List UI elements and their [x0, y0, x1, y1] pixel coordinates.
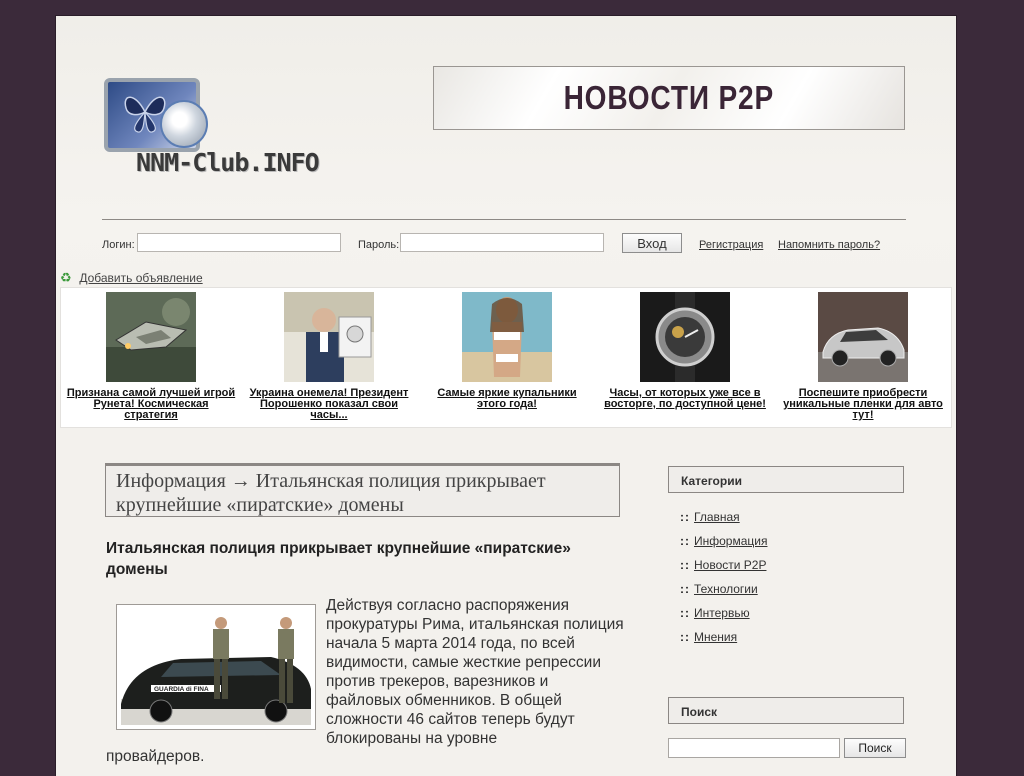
category-item[interactable]: :: Мнения	[680, 630, 767, 654]
login-label: Логин:	[102, 239, 135, 251]
ad-item[interactable]: Украина онемела! Президент Порошенко пок…	[244, 292, 414, 421]
car-text: GUARDIA di FINA	[154, 686, 209, 693]
category-bullet: ::	[680, 582, 690, 596]
login-form: Логин: Пароль: Вход Регистрация Напомнит…	[102, 232, 922, 256]
category-link-interview[interactable]: Интервью	[694, 606, 750, 620]
categories-list: :: Главная :: Информация :: Новости P2P :: Т…	[680, 510, 767, 654]
category-link-home[interactable]: Главная	[694, 510, 740, 524]
category-item[interactable]: :: Интервью	[680, 606, 767, 630]
category-bullet: ::	[680, 630, 690, 644]
password-input[interactable]	[400, 233, 604, 252]
category-bullet: ::	[680, 534, 690, 548]
article-body-tail: провайдеров.	[106, 748, 205, 765]
recycle-icon: ♻	[60, 270, 72, 285]
category-item[interactable]: :: Главная	[680, 510, 767, 534]
categories-header: Категории	[668, 466, 904, 493]
add-ad-row[interactable]: ♻ Добавить объявление	[60, 270, 203, 286]
search-button[interactable]: Поиск	[844, 738, 906, 758]
category-bullet: ::	[680, 558, 690, 572]
article-body: Действуя согласно распоряжения прокурату…	[326, 597, 624, 747]
header-divider	[102, 219, 906, 220]
ad-item[interactable]: Самые яркие купальники этого года!	[422, 292, 592, 410]
police-car-image: GUARDIA di FINA	[121, 609, 311, 725]
ad-image-car[interactable]	[818, 292, 908, 382]
category-link-info[interactable]: Информация	[694, 534, 767, 548]
ad-caption[interactable]: Самые яркие купальники этого года!	[422, 388, 592, 410]
ad-caption[interactable]: Поспешите приобрести уникальные пленки д…	[778, 388, 948, 421]
register-link[interactable]: Регистрация	[699, 239, 763, 251]
ad-caption[interactable]: Часы, от которых уже все в восторге, по …	[600, 388, 770, 410]
ad-image-spaceship[interactable]	[106, 292, 196, 382]
banner-title: НОВОСТИ P2P	[563, 79, 775, 116]
login-button[interactable]: Вход	[622, 233, 682, 253]
ad-caption[interactable]: Признана самой лучшей игрой Рунета! Косм…	[66, 388, 236, 421]
category-item[interactable]: :: Информация	[680, 534, 767, 558]
ad-image-swimsuit[interactable]	[462, 292, 552, 382]
article-title: Итальянская полиция прикрывает крупнейши…	[106, 540, 571, 578]
search-header: Поиск	[668, 697, 904, 724]
forgot-password-link[interactable]: Напомнить пароль?	[778, 239, 880, 251]
ad-item[interactable]: Поспешите приобрести уникальные пленки д…	[778, 292, 948, 421]
add-ad-link[interactable]: Добавить объявление	[79, 271, 202, 285]
category-bullet: ::	[680, 606, 690, 620]
category-item[interactable]: :: Новости P2P	[680, 558, 767, 582]
ad-item[interactable]: Часы, от которых уже все в восторге, по …	[600, 292, 770, 410]
category-item[interactable]: :: Технологии	[680, 582, 767, 606]
article-photo: GUARDIA di FINA	[116, 604, 316, 730]
disc-icon	[160, 100, 208, 148]
category-link-p2p-news[interactable]: Новости P2P	[694, 558, 766, 572]
search-input[interactable]	[668, 738, 840, 758]
ad-image-watch[interactable]	[640, 292, 730, 382]
ad-strip: Признана самой лучшей игрой Рунета! Косм…	[60, 287, 952, 428]
page: NNM-Club.INFO НОВОСТИ P2P Логин: Пароль:…	[56, 16, 956, 776]
logo-text: NNM-Club.INFO	[136, 148, 320, 177]
breadcrumb: Информация → Итальянская полиция прикрыв…	[105, 463, 620, 517]
ad-item[interactable]: Признана самой лучшей игрой Рунета! Косм…	[66, 292, 236, 421]
category-bullet: ::	[680, 510, 690, 524]
site-logo[interactable]: NNM-Club.INFO	[104, 74, 334, 184]
login-input[interactable]	[137, 233, 341, 252]
ad-caption[interactable]: Украина онемела! Президент Порошенко пок…	[244, 388, 414, 421]
category-link-opinions[interactable]: Мнения	[694, 630, 737, 644]
category-link-tech[interactable]: Технологии	[694, 582, 758, 596]
ad-image-president[interactable]	[284, 292, 374, 382]
header-banner: НОВОСТИ P2P	[433, 66, 905, 130]
password-label: Пароль:	[358, 239, 400, 251]
